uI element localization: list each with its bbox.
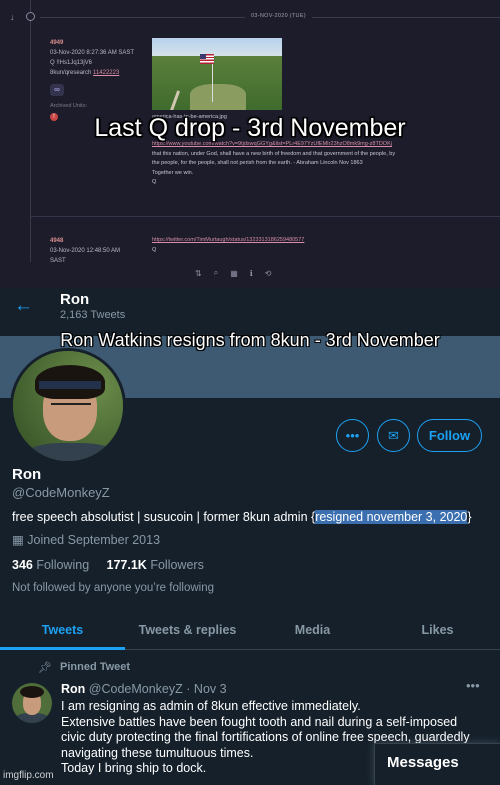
profile-header: ← Ron 2,163 Tweets	[0, 288, 500, 336]
refresh-icon[interactable]: ⟲	[265, 269, 272, 278]
calendar-icon[interactable]: ▦	[230, 269, 238, 278]
post-line: Q	[152, 179, 157, 185]
profile-handle: @CodeMonkeyZ	[12, 485, 110, 500]
thread-link[interactable]: 11422223	[93, 70, 119, 76]
tweet-header: Ron @CodeMonkeyZ · Nov 3	[61, 682, 227, 696]
bio-highlight: resigned november 3, 2020	[315, 510, 468, 524]
post-line: the people, for the people, shall not pe…	[152, 160, 363, 166]
arrow-down-icon[interactable]: ↓	[10, 12, 15, 22]
meme-collage: ↓ 03-NOV-2020 (TUE) 4949 03-Nov-2020 8:2…	[0, 0, 500, 785]
profile-name: Ron	[12, 466, 42, 483]
tab-likes[interactable]: Likes	[375, 612, 500, 649]
post-line: that this nation, under God, shall have …	[152, 150, 396, 157]
joined-date: ▦ Joined September 2013	[12, 532, 160, 547]
post-divider	[30, 216, 500, 217]
tab-media[interactable]: Media	[250, 612, 375, 649]
post-image[interactable]	[152, 38, 282, 110]
info-icon[interactable]: ℹ	[250, 269, 253, 278]
bottom-toolbar: ⇅ ⌕ ▦ ℹ ⟲	[195, 266, 272, 280]
flag-pole	[212, 58, 213, 102]
imgflip-watermark: imgflip.com	[3, 770, 54, 781]
post-body-2: https://twitter.com/TimMurtaugh/status/1…	[152, 236, 304, 255]
post-board: 8kun/qresearch 11422223	[50, 68, 134, 78]
calendar-icon: ▦	[12, 533, 24, 547]
tweet-author[interactable]: Ron	[61, 682, 85, 696]
tweet-avatar[interactable]	[12, 683, 52, 723]
post-number: 4948	[50, 238, 64, 244]
pinned-label: Pinned Tweet	[60, 661, 131, 673]
twitter-profile-panel: ← Ron 2,163 Tweets Ron Watkins resigns f…	[0, 288, 500, 785]
tweet-line: Extensive battles have been fought tooth…	[61, 714, 458, 729]
post-timestamp-zone: SAST	[50, 258, 66, 264]
tab-tweets[interactable]: Tweets	[0, 612, 125, 650]
joined-text: Joined September 2013	[27, 533, 161, 547]
profile-tabs: Tweets Tweets & replies Media Likes	[0, 612, 500, 650]
qdrop-panel: ↓ 03-NOV-2020 (TUE) 4949 03-Nov-2020 8:2…	[0, 0, 500, 288]
tweet-line: I am resigning as admin of 8kun effectiv…	[61, 699, 361, 713]
post-line: Together we win.	[152, 169, 194, 176]
tweet-date[interactable]: Nov 3	[194, 682, 227, 696]
archived-label: Archived Units:	[50, 103, 87, 109]
message-button[interactable]: ✉	[377, 419, 410, 452]
us-flag-icon	[200, 54, 214, 64]
tweet-handle: @CodeMonkeyZ	[88, 682, 183, 696]
avatar[interactable]	[10, 348, 126, 464]
timeline-dot-icon	[26, 12, 35, 21]
bio-text-end: }	[467, 510, 472, 524]
post-meta: 4949 03-Nov-2020 8:27:36 AM SAST Q !!Hs1…	[50, 38, 134, 78]
more-options-button[interactable]: •••	[336, 419, 369, 452]
post-body: https://www.youtube.com/watch?v=9tjdswqG…	[152, 140, 395, 188]
bio-text: free speech absolutist | susucoin | form…	[12, 510, 316, 524]
image-clearing	[190, 84, 246, 110]
tab-tweets-replies[interactable]: Tweets & replies	[125, 612, 250, 649]
image-sky	[152, 38, 282, 58]
messages-drawer[interactable]: Messages	[374, 743, 500, 785]
post-sig: Q	[152, 246, 157, 253]
following-link[interactable]: 346 Following	[12, 558, 89, 572]
followers-link[interactable]: 177.1K Followers	[107, 558, 204, 572]
search-icon[interactable]: ⌕	[214, 268, 218, 278]
post-timestamp: 03-Nov-2020 12:48:50 AM	[50, 248, 121, 254]
date-label: 03-NOV-2020 (TUE)	[245, 13, 312, 19]
post-meta-2: 4948 03-Nov-2020 12:48:50 AM SAST	[50, 236, 120, 266]
back-arrow-icon[interactable]: ←	[14, 295, 33, 317]
post-trip: Q !!Hs1Jq13jV6	[50, 60, 93, 66]
not-followed-note: Not followed by anyone you’re following	[12, 582, 215, 594]
tweet-count: 2,163 Tweets	[60, 309, 126, 321]
twitter-link[interactable]: https://twitter.com/TimMurtaugh/status/1…	[152, 236, 304, 246]
pin-icon: 📌︎	[38, 662, 52, 674]
profile-bio: free speech absolutist | susucoin | form…	[12, 510, 472, 524]
post-number: 4949	[50, 40, 64, 46]
sort-icon[interactable]: ⇅	[195, 269, 202, 278]
header-name: Ron	[60, 291, 90, 308]
post-timestamp: 03-Nov-2020 8:27:36 AM SAST	[50, 50, 135, 56]
link-icon[interactable]: ∞	[50, 84, 64, 96]
follow-stats: 346 Following 177.1K Followers	[12, 558, 204, 572]
board-link[interactable]: qresearch	[65, 70, 92, 76]
board-prefix: 8kun/	[50, 70, 65, 76]
tweet-more-icon[interactable]: •••	[466, 678, 480, 693]
follow-button[interactable]: Follow	[417, 419, 482, 452]
caption-q: Last Q drop - 3rd November	[94, 114, 406, 142]
